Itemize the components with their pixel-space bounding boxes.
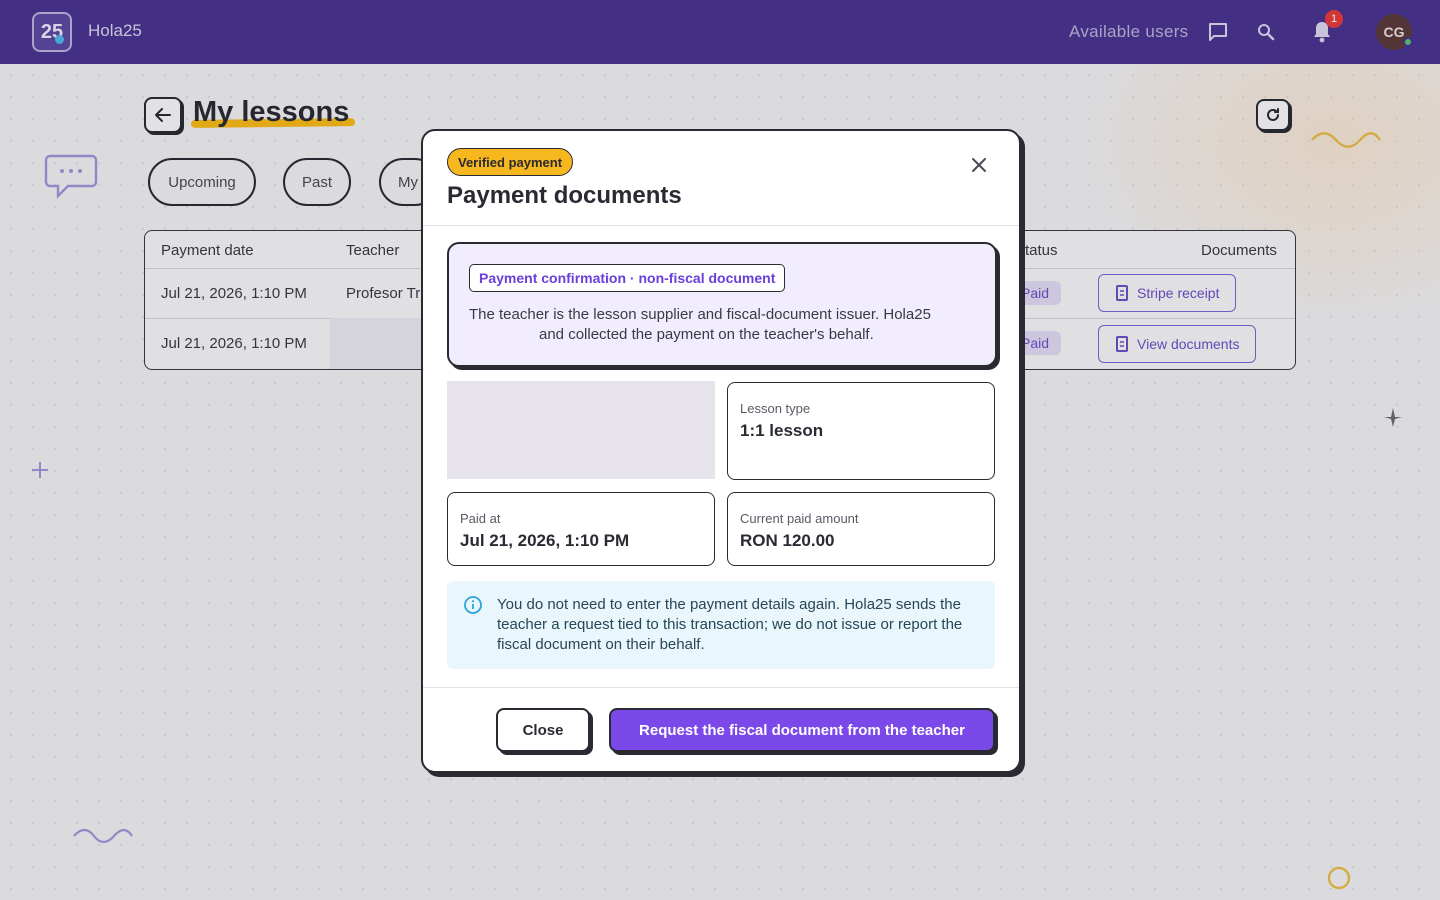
paid-at-label: Paid at [460, 511, 501, 526]
payment-confirmation-panel: Payment confirmation · non-fiscal docume… [447, 242, 997, 367]
lesson-type-card: Lesson type 1:1 lesson [727, 382, 995, 480]
lesson-type-label: Lesson type [740, 401, 811, 416]
close-icon[interactable] [965, 151, 993, 179]
info-icon [464, 596, 482, 614]
paid-at-card: Paid at Jul 21, 2026, 1:10 PM [447, 492, 715, 566]
redacted-card [447, 381, 715, 479]
payment-confirmation-text: The teacher is the lesson supplier and f… [469, 305, 969, 345]
payment-confirmation-tag: Payment confirmation · non-fiscal docume… [469, 264, 786, 292]
paid-amount-card: Current paid amount RON 120.00 [727, 492, 995, 566]
info-notice-text: You do not need to enter the payment det… [497, 596, 963, 653]
payment-documents-modal: Verified payment Payment documents Payme… [421, 129, 1021, 773]
info-notice: You do not need to enter the payment det… [447, 581, 995, 669]
verified-payment-badge: Verified payment [447, 148, 574, 176]
header-divider [423, 225, 1019, 226]
lesson-type-value: 1:1 lesson [740, 421, 824, 440]
confirmation-text-line-2: and collected the payment on the teacher… [539, 326, 874, 343]
paid-amount-value: RON 120.00 [740, 531, 835, 550]
confirmation-text-line-1: The teacher is the lesson supplier and f… [469, 306, 931, 323]
paid-amount-label: Current paid amount [740, 511, 859, 526]
request-fiscal-document-button[interactable]: Request the fiscal document from the tea… [609, 708, 995, 752]
close-button[interactable]: Close [496, 708, 590, 752]
footer-divider [423, 687, 1019, 688]
paid-at-value: Jul 21, 2026, 1:10 PM [460, 531, 630, 550]
modal-title: Payment documents [447, 182, 682, 209]
